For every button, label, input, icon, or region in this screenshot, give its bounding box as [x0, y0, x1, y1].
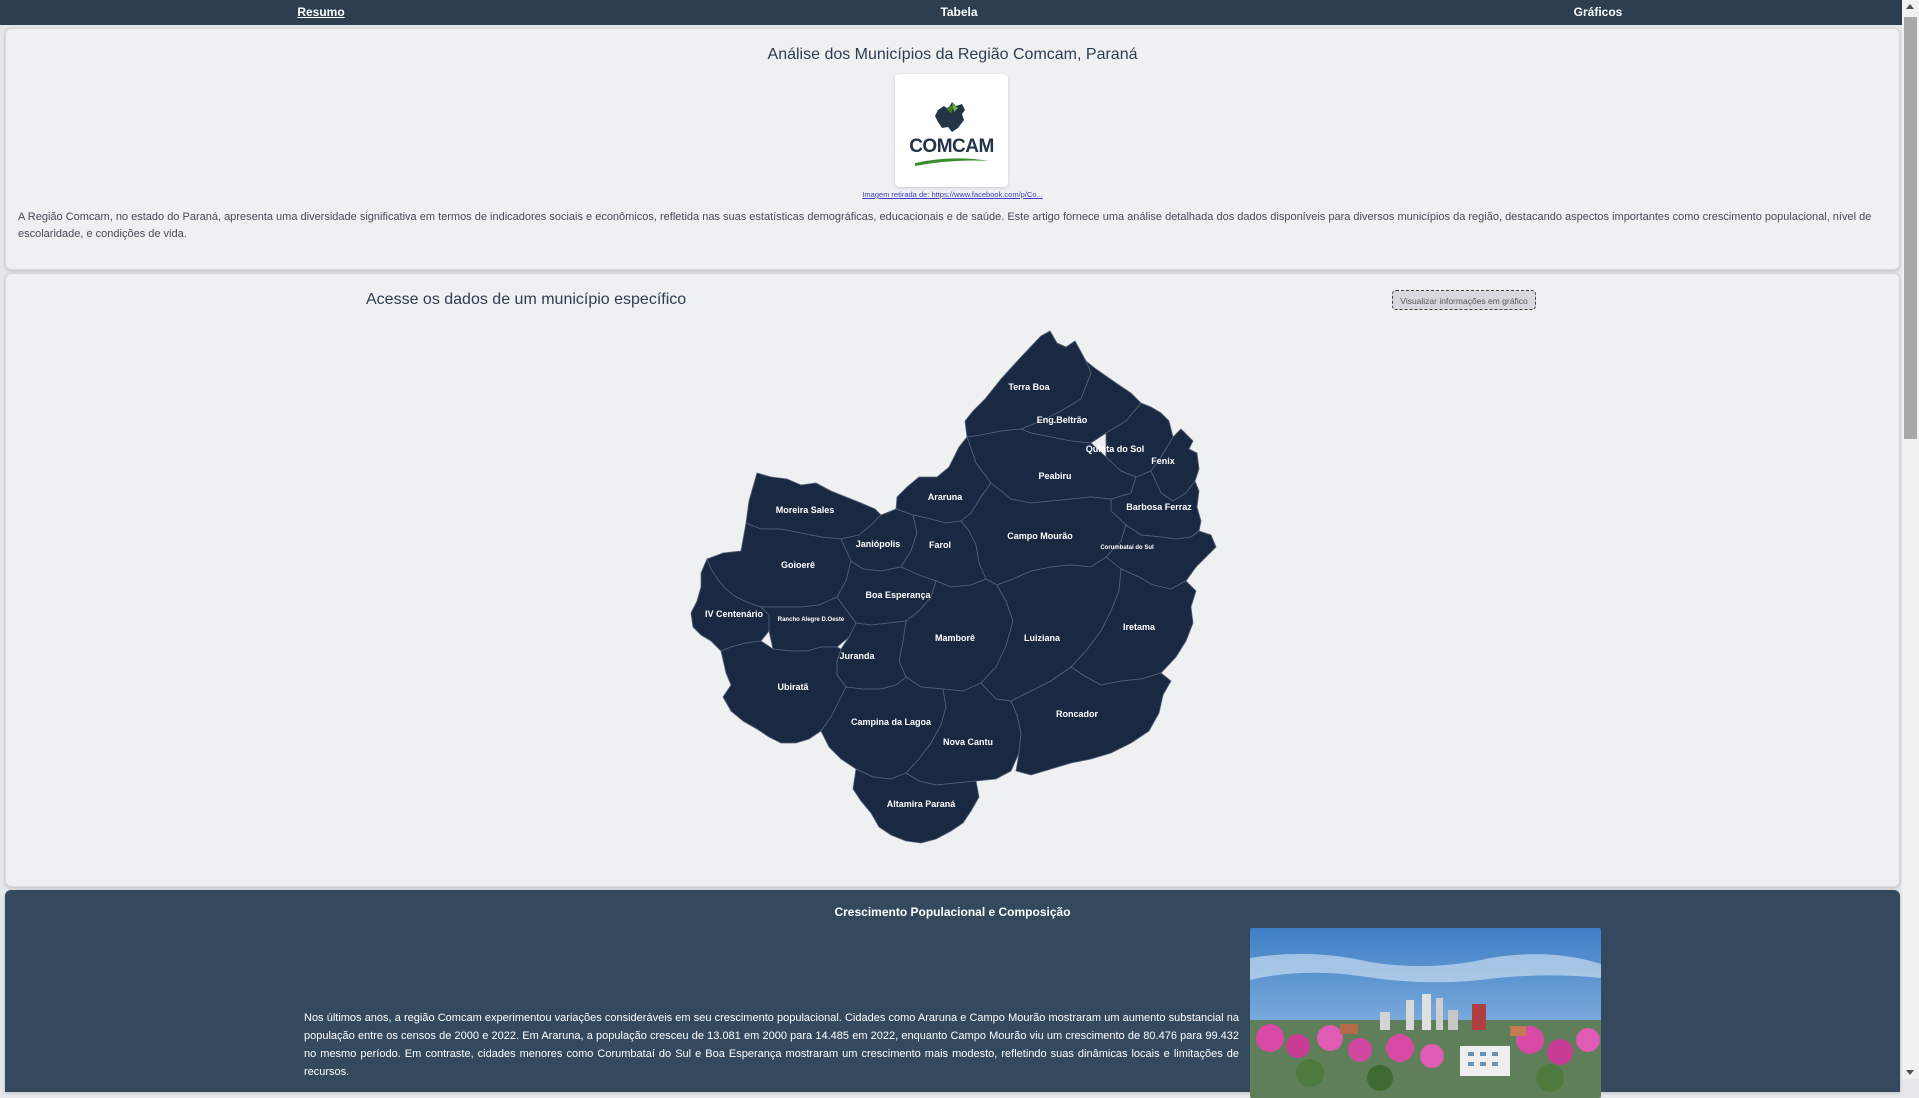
map-label-campo-mourao: Campo Mourão — [1007, 531, 1073, 541]
map-label-araruna: Araruna — [928, 492, 964, 502]
map-label-janiopolis: Janiópolis — [856, 539, 901, 549]
image-credit-link[interactable]: Imagem retirada de: https://www.facebook… — [6, 190, 1899, 199]
comcam-logo: COMCAM — [895, 74, 1008, 187]
map-label-ubirata: Ubiratã — [777, 682, 809, 692]
growth-section-title: Crescimento Populacional e Composição — [834, 905, 1071, 919]
leaf-map-icon — [935, 102, 965, 132]
logo-swoosh-icon — [915, 158, 989, 166]
map-label-iretama: Iretama — [1123, 622, 1156, 632]
intro-paragraph: A Região Comcam, no estado do Paraná, ap… — [18, 211, 1872, 240]
top-navbar: Resumo Tabela Gráficos — [0, 0, 1902, 25]
map-label-moreira-sales: Moreira Sales — [776, 505, 835, 515]
nav-tab-resumo[interactable]: Resumo — [297, 0, 344, 25]
map-label-luiziana: Luiziana — [1024, 633, 1061, 643]
map-label-peabiru: Peabiru — [1038, 471, 1071, 481]
scroll-thumb[interactable] — [1904, 17, 1917, 439]
map-label-boa-esperanca: Boa Esperança — [865, 590, 931, 600]
map-label-juranda: Juranda — [839, 651, 875, 661]
growth-paragraph: Nos últimos anos, a região Comcam experi… — [304, 1012, 1239, 1078]
population-growth-section: Crescimento Populacional e Composição No… — [5, 890, 1900, 1098]
map-label-roncador: Roncador — [1056, 709, 1099, 719]
map-label-rancho-alegre: Rancho Alegre D.Oeste — [778, 617, 845, 623]
map-label-goioere: Goioerê — [781, 560, 815, 570]
map-label-iv-centenario: IV Centenário — [705, 609, 764, 619]
map-label-barbosa-ferraz: Barbosa Ferraz — [1126, 502, 1192, 512]
intro-card: Análise dos Municípios da Região Comcam,… — [5, 28, 1900, 270]
map-label-campina-da-lagoa: Campina da Lagoa — [851, 717, 932, 727]
scroll-up-arrow-icon[interactable] — [1906, 4, 1914, 9]
map-label-altamira-parana: Altamira Paraná — [887, 799, 957, 809]
vertical-scrollbar[interactable] — [1902, 0, 1919, 1079]
nav-tab-graficos[interactable]: Gráficos — [1574, 0, 1623, 25]
scroll-down-arrow-icon[interactable] — [1906, 1070, 1914, 1075]
map-label-fenix: Fenix — [1151, 456, 1175, 466]
map-card: Acesse os dados de um município específi… — [5, 273, 1900, 887]
map-label-eng-beltrao: Eng.Beltrão — [1037, 415, 1088, 425]
nav-tab-tabela[interactable]: Tabela — [940, 0, 977, 25]
logo-text: COMCAM — [909, 136, 994, 157]
map-label-farol: Farol — [929, 540, 951, 550]
city-skyline-image — [1250, 928, 1601, 1098]
map-label-corumbatai-do-sul: Corumbataí do Sul — [1100, 545, 1154, 551]
comcam-municipality-map: Terra Boa Eng.Beltrão Quinta do Sol Feni… — [690, 330, 1217, 844]
city-photo — [1250, 928, 1601, 1098]
map-label-mambore: Mamborê — [935, 633, 975, 643]
map-label-terra-boa: Terra Boa — [1008, 382, 1050, 392]
page-title: Análise dos Municípios da Região Comcam,… — [767, 46, 1138, 63]
map-label-quinta-do-sol: Quinta do Sol — [1086, 444, 1145, 454]
map-label-nova-cantu: Nova Cantu — [943, 737, 993, 747]
